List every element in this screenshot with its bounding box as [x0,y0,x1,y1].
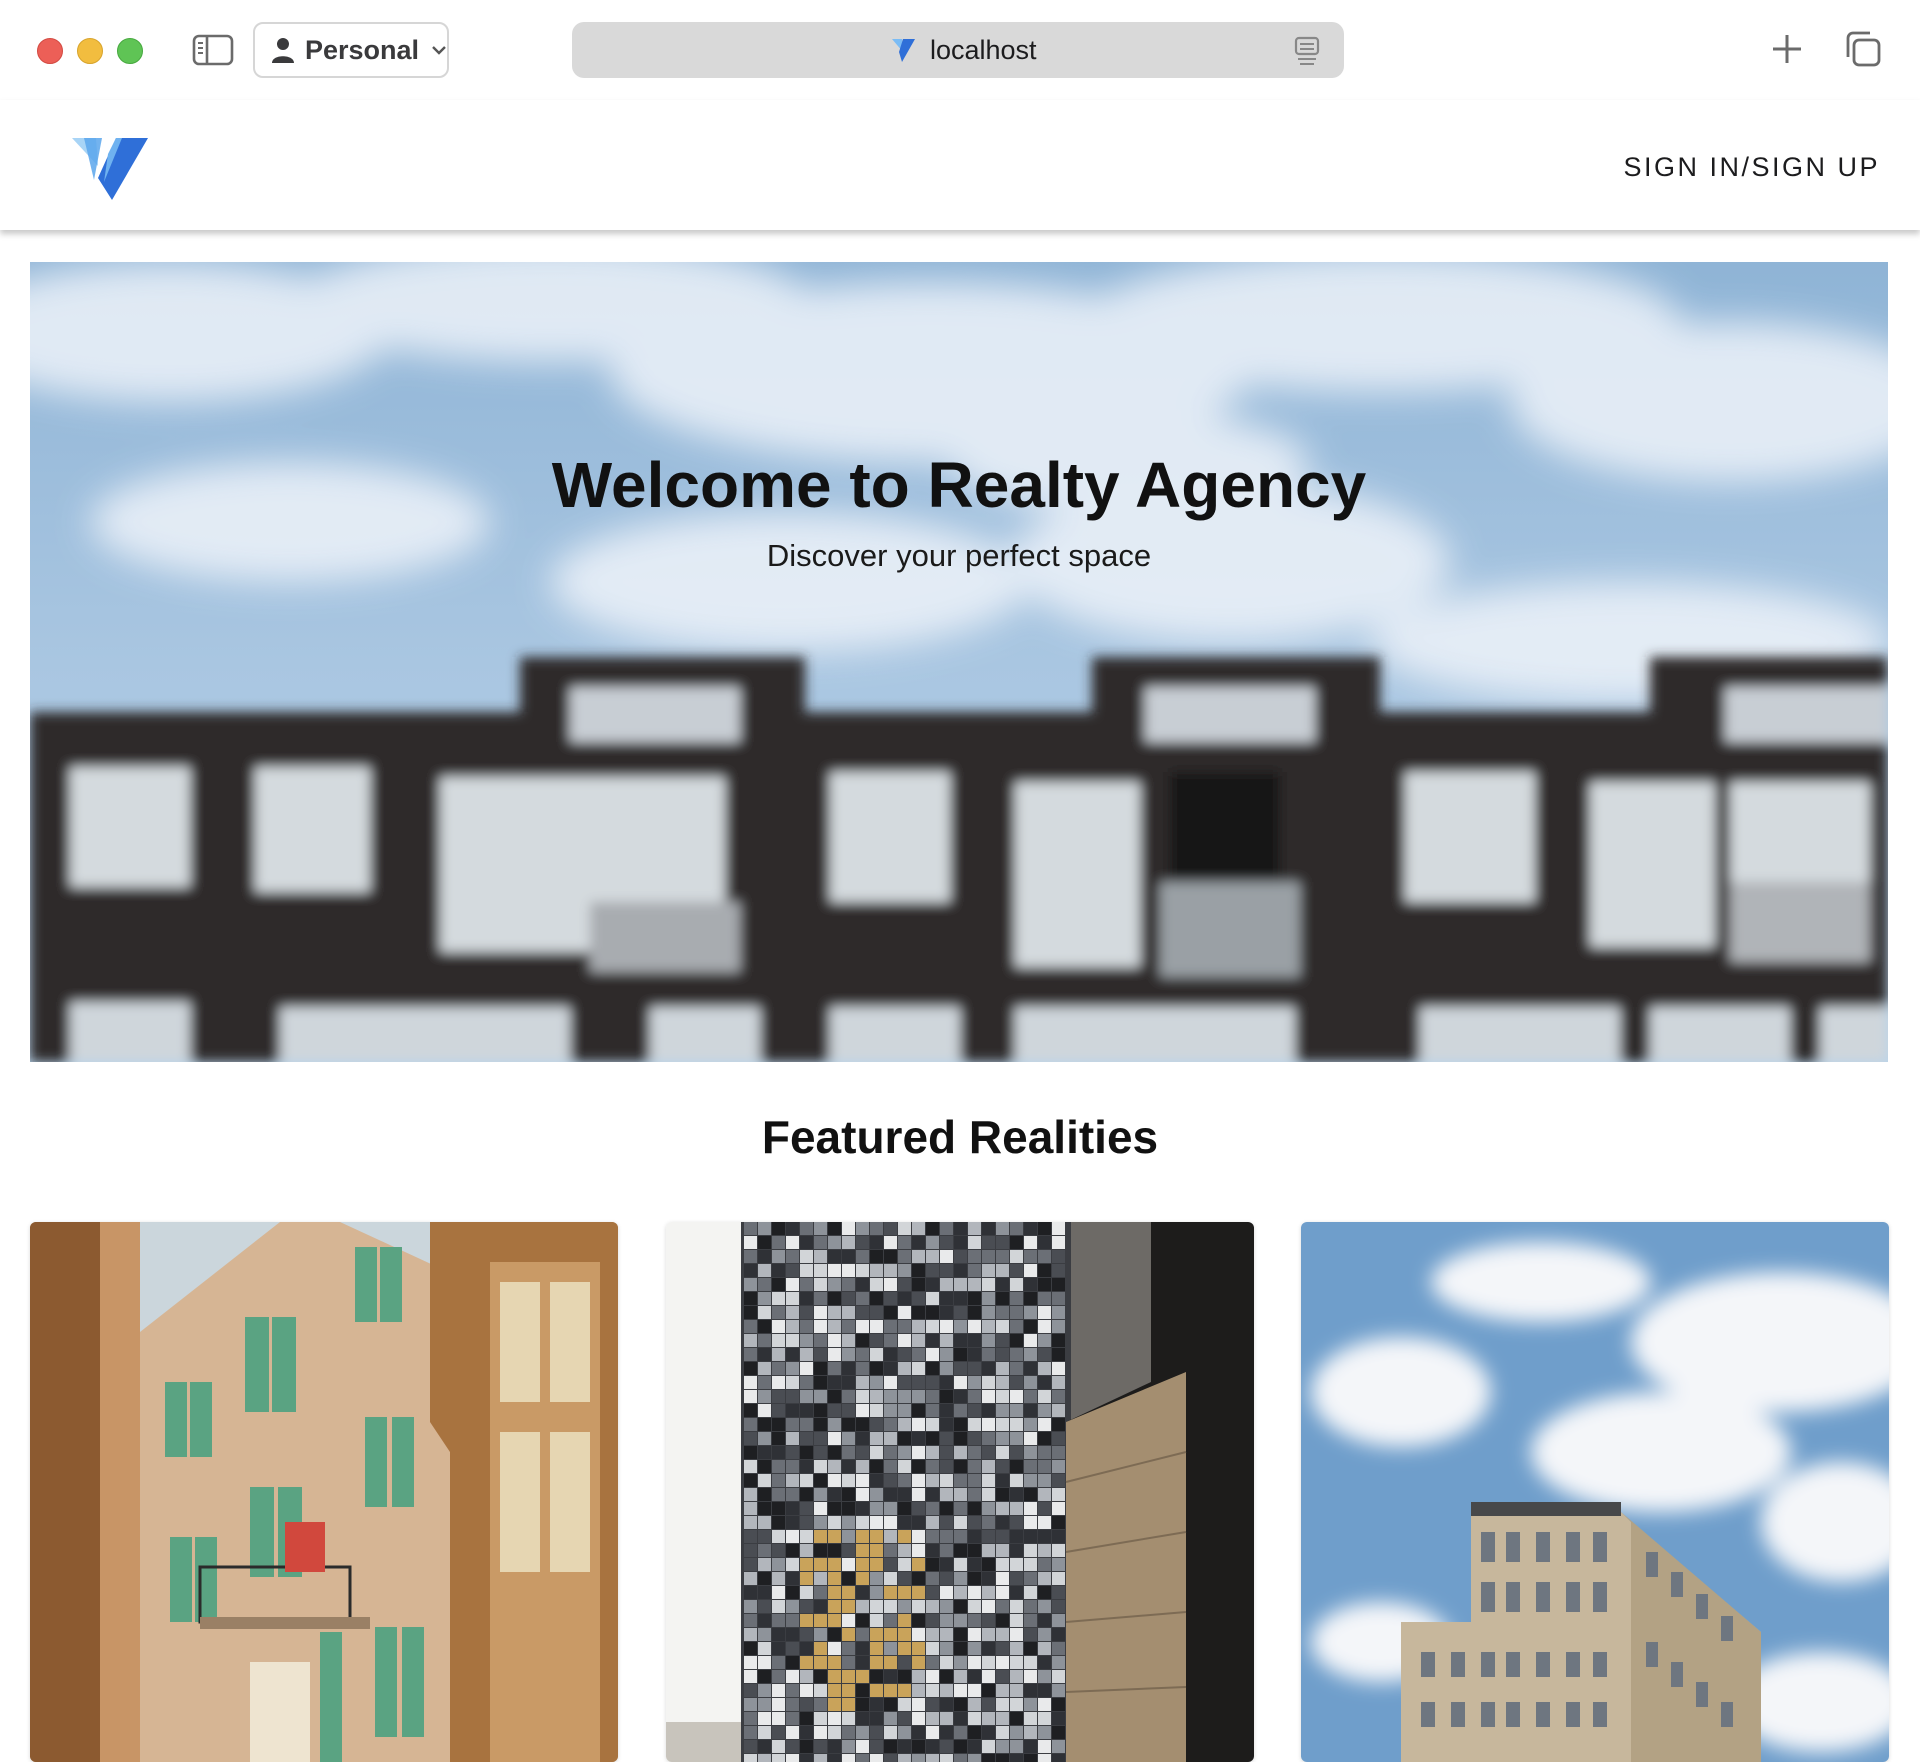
hero-banner: Welcome to Realty Agency Discover your p… [30,262,1888,1062]
hero-title: Welcome to Realty Agency [551,449,1367,521]
favicon-icon [892,39,915,62]
old-apartment-building-photo [30,1222,618,1762]
sidebar-icon[interactable] [192,33,234,67]
plus-icon[interactable] [1771,33,1803,65]
profile-label: Personal [304,34,420,65]
site-header: SIGN IN/SIGN UP [0,100,1920,230]
address-bar[interactable]: localhost [572,22,1344,78]
chevron-down-icon [432,46,446,55]
reader-icon[interactable] [1294,36,1320,66]
property-card[interactable] [666,1222,1254,1762]
close-window-button[interactable] [37,38,63,64]
featured-title: Featured Realities [761,1111,1159,1163]
tower-under-clouds-photo [1301,1222,1889,1762]
url-text: localhost [930,35,1037,65]
hero-building-image [30,262,1888,1062]
browser-toolbar: Personal localhost [0,0,1920,100]
realty-logo-icon[interactable] [72,136,150,202]
signin-signup-link[interactable]: SIGN IN/SIGN UP [1623,152,1880,183]
tabs-overview-icon[interactable] [1844,30,1882,68]
property-card[interactable] [1301,1222,1889,1762]
minimize-window-button[interactable] [77,38,103,64]
property-card[interactable] [30,1222,618,1762]
mosaic-tower-photo [666,1222,1254,1762]
profile-button[interactable]: Personal [253,22,449,78]
person-icon [271,38,294,63]
hero-subtitle: Discover your perfect space [766,538,1152,573]
zoom-window-button[interactable] [117,38,143,64]
